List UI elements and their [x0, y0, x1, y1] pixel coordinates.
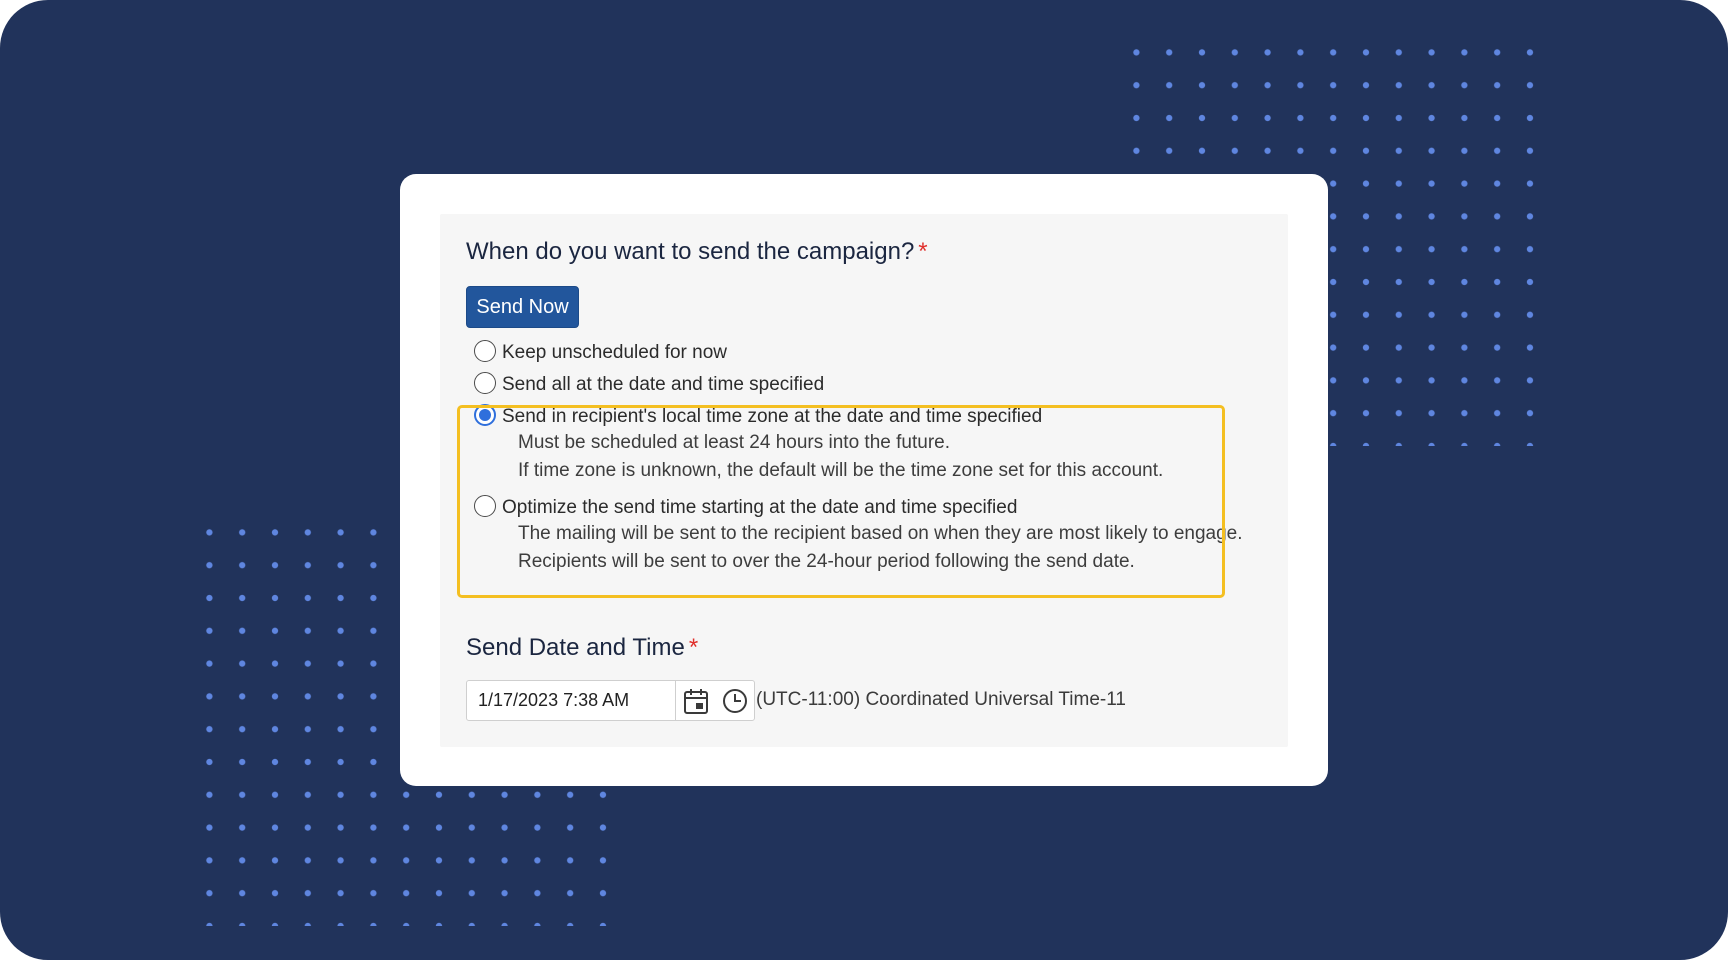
option-label: Keep unscheduled for now — [502, 342, 727, 363]
backdrop: When do you want to send the campaign? * … — [0, 0, 1728, 960]
option-description: Recipients will be sent to over the 24-h… — [518, 551, 1135, 572]
radio-keep-unscheduled[interactable] — [474, 340, 496, 362]
option-label: Optimize the send time starting at the d… — [502, 497, 1018, 518]
option-description: If time zone is unknown, the default wil… — [518, 460, 1164, 481]
required-marker: * — [918, 238, 928, 265]
send-now-button[interactable]: Send Now — [466, 286, 579, 328]
option-description: Must be scheduled at least 24 hours into… — [518, 432, 950, 453]
send-time-question-text: When do you want to send the campaign? — [466, 238, 915, 265]
schedule-panel: When do you want to send the campaign? * … — [440, 214, 1288, 747]
date-time-picker — [466, 680, 755, 721]
radio-local-time-zone[interactable] — [474, 404, 496, 426]
schedule-card: When do you want to send the campaign? * … — [400, 174, 1328, 786]
send-date-heading: Send Date and Time * — [466, 634, 698, 662]
clock-button[interactable] — [715, 681, 754, 720]
send-time-question: When do you want to send the campaign? * — [466, 238, 928, 266]
send-date-heading-text: Send Date and Time — [466, 634, 685, 661]
calendar-icon — [683, 688, 708, 714]
timezone-label: (UTC-11:00) Coordinated Universal Time-1… — [756, 689, 1126, 710]
calendar-button[interactable] — [676, 681, 715, 720]
clock-icon — [722, 688, 747, 713]
option-label: Send in recipient's local time zone at t… — [502, 406, 1043, 427]
required-marker: * — [688, 634, 699, 661]
radio-send-all[interactable] — [474, 372, 496, 394]
date-time-input[interactable] — [467, 681, 676, 720]
radio-optimize-send-time[interactable] — [474, 495, 496, 517]
option-label: Send all at the date and time specified — [502, 374, 825, 395]
option-description: The mailing will be sent to the recipien… — [518, 523, 1243, 544]
